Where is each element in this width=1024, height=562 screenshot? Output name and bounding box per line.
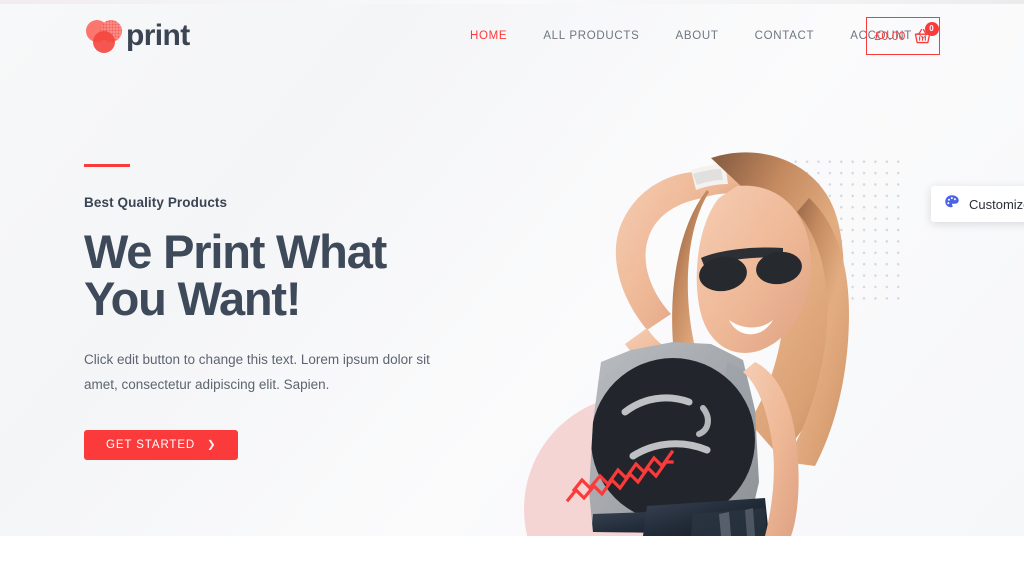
headline-line-1: We Print What [84, 225, 387, 278]
logo-wordmark: print [126, 19, 190, 52]
get-started-button[interactable]: GET STARTED ❯ [84, 429, 239, 460]
hero-paragraph: Click edit button to change this text. L… [84, 352, 430, 392]
site-logo[interactable]: print [84, 14, 190, 58]
hero-section: Best Quality Products We Print What You … [0, 0, 1024, 536]
customize-widget[interactable]: Customize [931, 186, 1024, 222]
cart-total-amount: £0.00 [874, 29, 906, 43]
shopping-basket-icon: 0 [913, 21, 939, 46]
page-root: Best Quality Products We Print What You … [0, 0, 1024, 562]
get-started-label: GET STARTED [106, 438, 196, 451]
arrow-right-icon: ❯ [207, 439, 217, 451]
nav-item-about[interactable]: ABOUT [675, 26, 718, 46]
cart-item-count-badge: 0 [924, 21, 939, 36]
hero-eyebrow: Best Quality Products [84, 195, 228, 210]
nav-item-about-label: ABOUT [675, 30, 719, 42]
main-navigation: HOME ALL PRODUCTS ABOUT CONTACT ACCOUNT [470, 26, 929, 46]
hero-model-image [497, 62, 897, 536]
nav-item-contact[interactable]: CONTACT [755, 26, 815, 46]
below-fold-whitespace [0, 536, 1024, 562]
nav-item-contact-label: CONTACT [754, 30, 815, 42]
nav-item-all-products-label: ALL PRODUCTS [543, 30, 640, 42]
customize-label: Customize [969, 196, 1024, 212]
palette-icon [944, 194, 960, 215]
nav-item-home-label: HOME [470, 30, 508, 42]
nav-item-home[interactable]: HOME [470, 26, 507, 46]
headline-line-2: You Want! [84, 272, 302, 325]
three-circle-heart-logo-icon [84, 17, 124, 55]
zigzag-decoration [565, 446, 675, 506]
accent-divider [84, 164, 130, 167]
nav-item-all-products[interactable]: ALL PRODUCTS [543, 26, 639, 46]
hero-copy: Best Quality Products We Print What You … [84, 164, 484, 460]
page-title: We Print What You Want! [84, 228, 484, 322]
cart-button[interactable]: £0.00 0 [866, 17, 940, 55]
site-header: print HOME ALL PRODUCTS ABOUT CONTACT AC… [0, 0, 1024, 72]
